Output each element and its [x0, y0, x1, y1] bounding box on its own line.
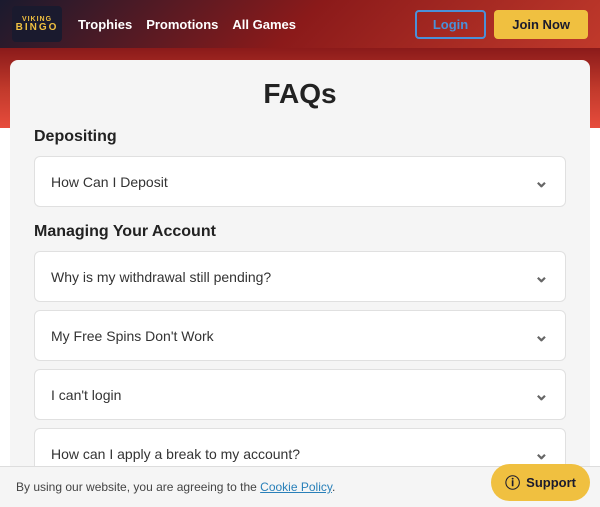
- page-title: FAQs: [34, 78, 566, 110]
- nav-actions: Login Join Now: [415, 10, 588, 39]
- support-button[interactable]: ⓘ Support: [491, 464, 590, 501]
- chevron-down-icon: ⌄: [534, 171, 549, 192]
- faq-question-withdrawal: Why is my withdrawal still pending?: [51, 269, 271, 285]
- faq-question-cant-login: I can't login: [51, 387, 121, 403]
- content-inner: FAQs Depositing How Can I Deposit ⌄ Mana…: [10, 60, 590, 507]
- main-content: FAQs Depositing How Can I Deposit ⌄ Mana…: [10, 60, 590, 507]
- depositing-heading: Depositing: [34, 128, 566, 146]
- managing-account-section: Managing Your Account Why is my withdraw…: [34, 223, 566, 507]
- faq-item-free-spins[interactable]: My Free Spins Don't Work ⌄: [34, 310, 566, 361]
- support-icon: ⓘ: [505, 472, 520, 493]
- chevron-down-icon: ⌄: [534, 443, 549, 464]
- nav-promotions[interactable]: Promotions: [146, 17, 218, 32]
- navbar: VIKING BINGO Trophies Promotions All Gam…: [0, 0, 600, 48]
- logo-image: VIKING BINGO: [12, 6, 62, 42]
- join-button[interactable]: Join Now: [494, 10, 588, 39]
- logo-text-bottom: BINGO: [16, 23, 59, 33]
- cookie-policy-link[interactable]: Cookie Policy: [260, 480, 332, 494]
- login-button[interactable]: Login: [415, 10, 486, 39]
- faq-item-withdrawal[interactable]: Why is my withdrawal still pending? ⌄: [34, 251, 566, 302]
- faq-item-deposit[interactable]: How Can I Deposit ⌄: [34, 156, 566, 207]
- logo[interactable]: VIKING BINGO: [12, 6, 62, 42]
- nav-all-games[interactable]: All Games: [232, 17, 296, 32]
- chevron-down-icon: ⌄: [534, 384, 549, 405]
- managing-account-heading: Managing Your Account: [34, 223, 566, 241]
- faq-question-deposit: How Can I Deposit: [51, 174, 168, 190]
- nav-links: Trophies Promotions All Games: [78, 17, 399, 32]
- faq-question-break: How can I apply a break to my account?: [51, 446, 300, 462]
- support-label: Support: [526, 475, 576, 490]
- depositing-section: Depositing How Can I Deposit ⌄: [34, 128, 566, 207]
- nav-trophies[interactable]: Trophies: [78, 17, 132, 32]
- faq-item-cant-login[interactable]: I can't login ⌄: [34, 369, 566, 420]
- chevron-down-icon: ⌄: [534, 266, 549, 287]
- cookie-text: By using our website, you are agreeing t…: [16, 480, 559, 494]
- chevron-down-icon: ⌄: [534, 325, 549, 346]
- faq-question-free-spins: My Free Spins Don't Work: [51, 328, 214, 344]
